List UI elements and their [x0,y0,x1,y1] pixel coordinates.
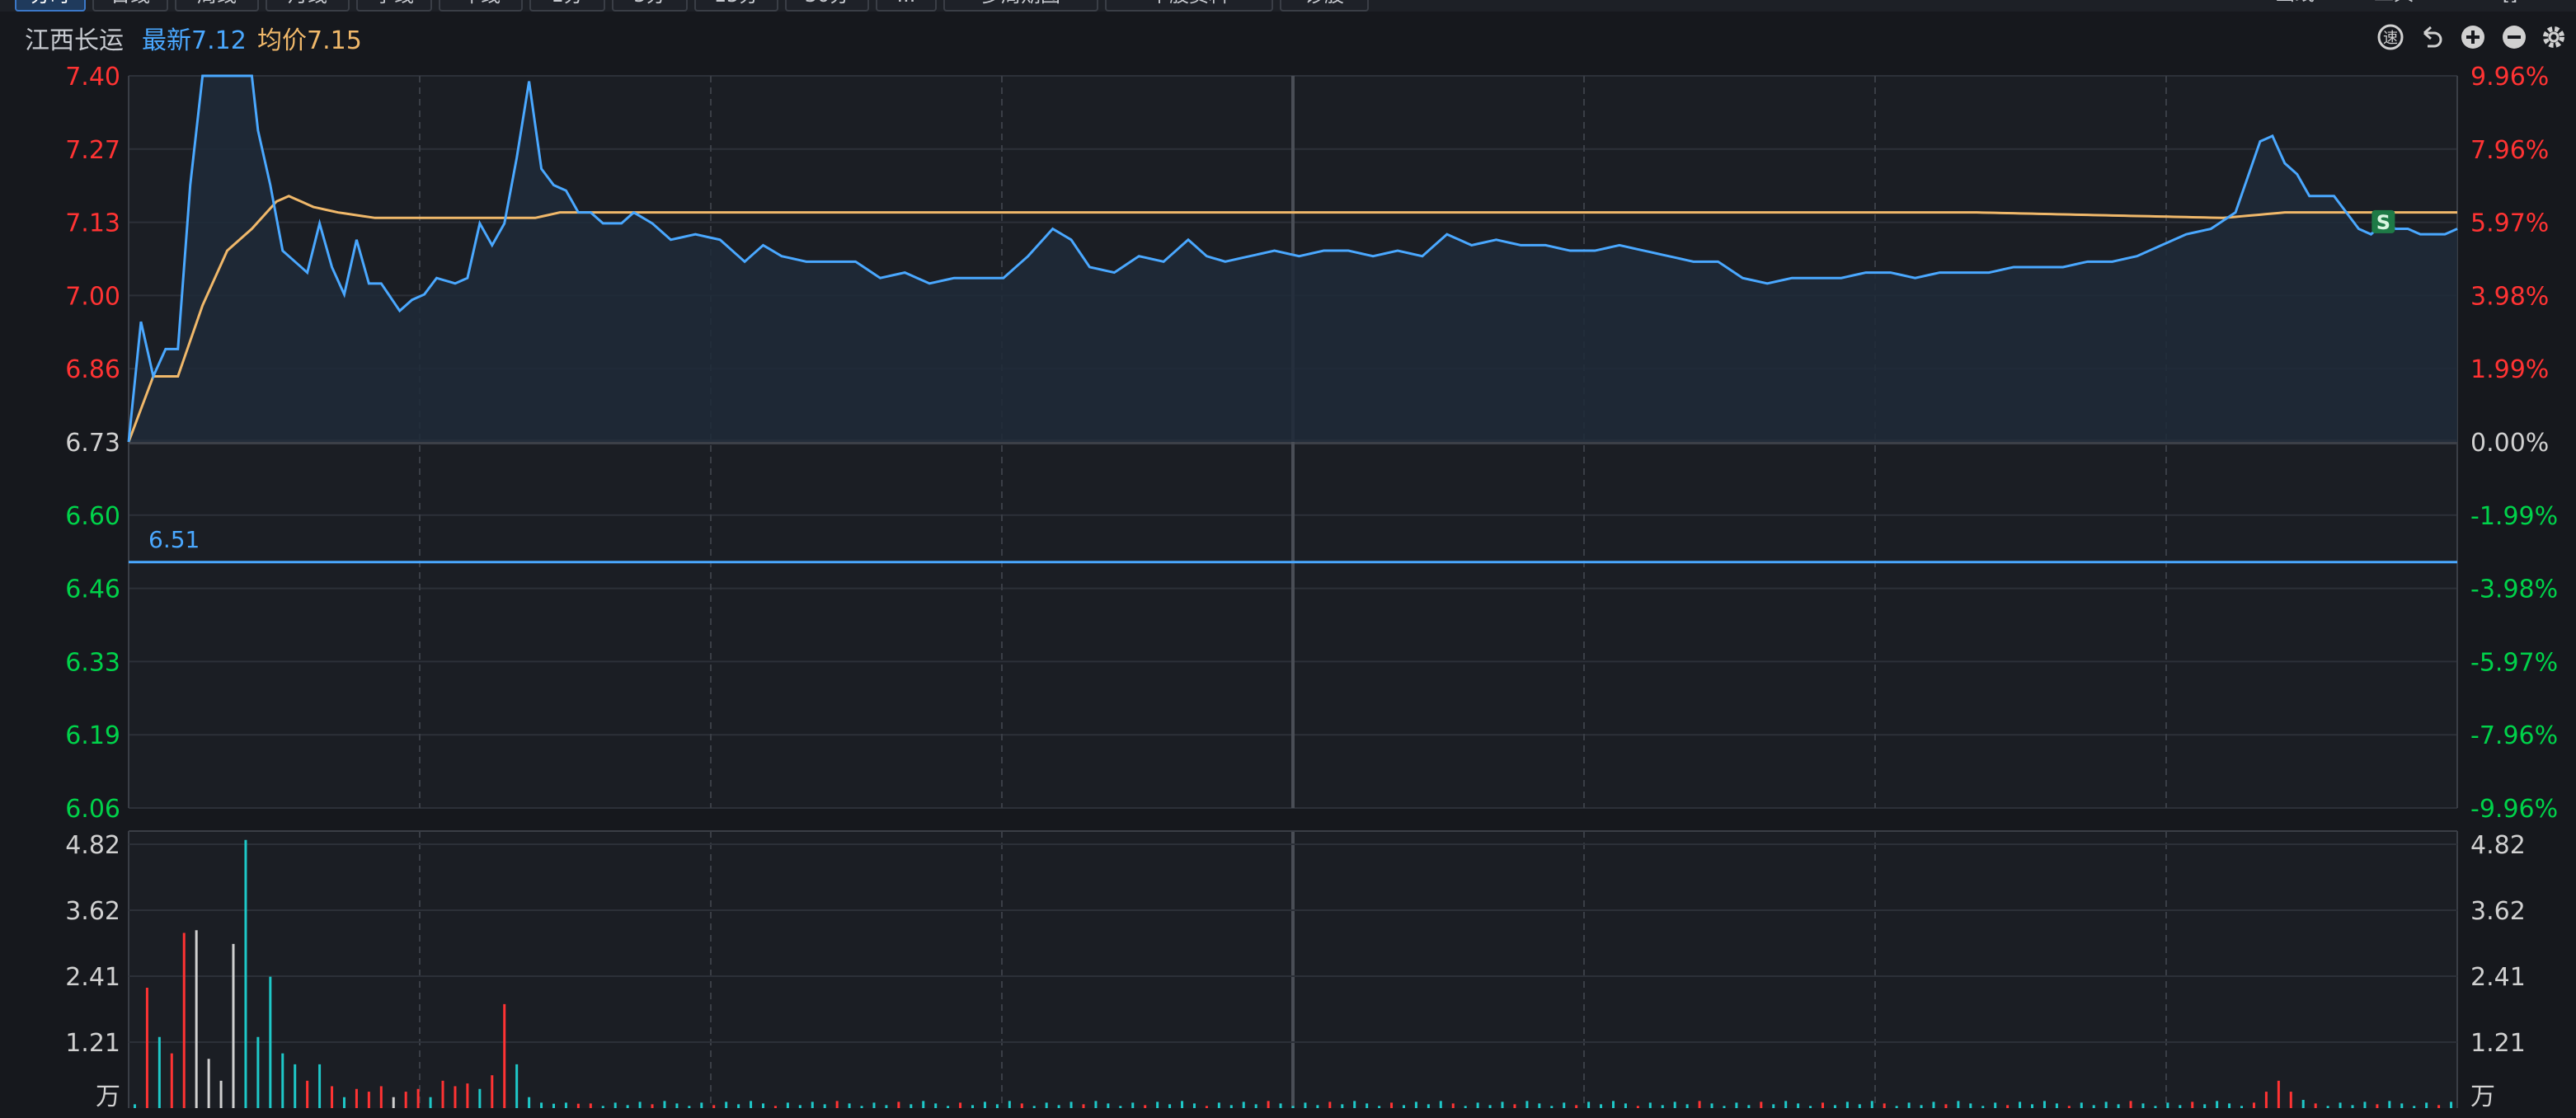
pct-tick-label: 1.99% [2470,355,2549,384]
volume-tick-label: 1.21 [65,1029,120,1058]
price-tick-label: 6.06 [65,795,120,824]
intraday-chart: 7.40 9.96% 7.27 7.96% 7.13 5.97% 7.00 3.98% 6.86… [65,63,2558,1111]
pct-tick-label: -3.98% [2470,575,2558,604]
volume-unit-label-right: 万 [2470,1083,2495,1111]
volume-tick-label-right: 1.21 [2470,1029,2526,1058]
price-tick-label: 7.40 [65,63,120,92]
pct-tick-label: -1.99% [2470,502,2558,531]
pct-tick-label: -9.96% [2470,795,2558,824]
volume-unit-label: 万 [96,1083,120,1111]
price-tick-label: 7.00 [65,282,120,311]
volume-tick-label-right: 4.82 [2470,831,2526,860]
pct-tick-label: -7.96% [2470,721,2558,750]
pct-tick-label: 0.00% [2470,429,2549,458]
volume-tick-label: 4.82 [65,831,120,860]
volume-tick-label-right: 2.41 [2470,963,2526,992]
pct-tick-label: 7.96% [2470,136,2549,165]
reference-line-label: 6.51 [148,526,200,553]
price-tick-label: 6.33 [65,648,120,677]
pct-tick-label: 9.96% [2470,63,2549,92]
price-tick-label: 6.73 [65,429,120,458]
pct-tick-label: 5.97% [2470,209,2549,238]
price-tick-label: 7.13 [65,209,120,238]
price-tick-label: 6.86 [65,355,120,384]
volume-tick-label: 3.62 [65,897,120,926]
volume-tick-label-right: 3.62 [2470,897,2526,926]
pct-tick-label: -5.97% [2470,648,2558,677]
sell-marker-label: S [2376,211,2390,234]
price-tick-label: 7.27 [65,136,120,165]
price-tick-label: 6.46 [65,575,120,604]
price-tick-label: 6.19 [65,721,120,750]
volume-tick-label: 2.41 [65,963,120,992]
price-tick-label: 6.60 [65,502,120,531]
pct-tick-label: 3.98% [2470,282,2549,311]
